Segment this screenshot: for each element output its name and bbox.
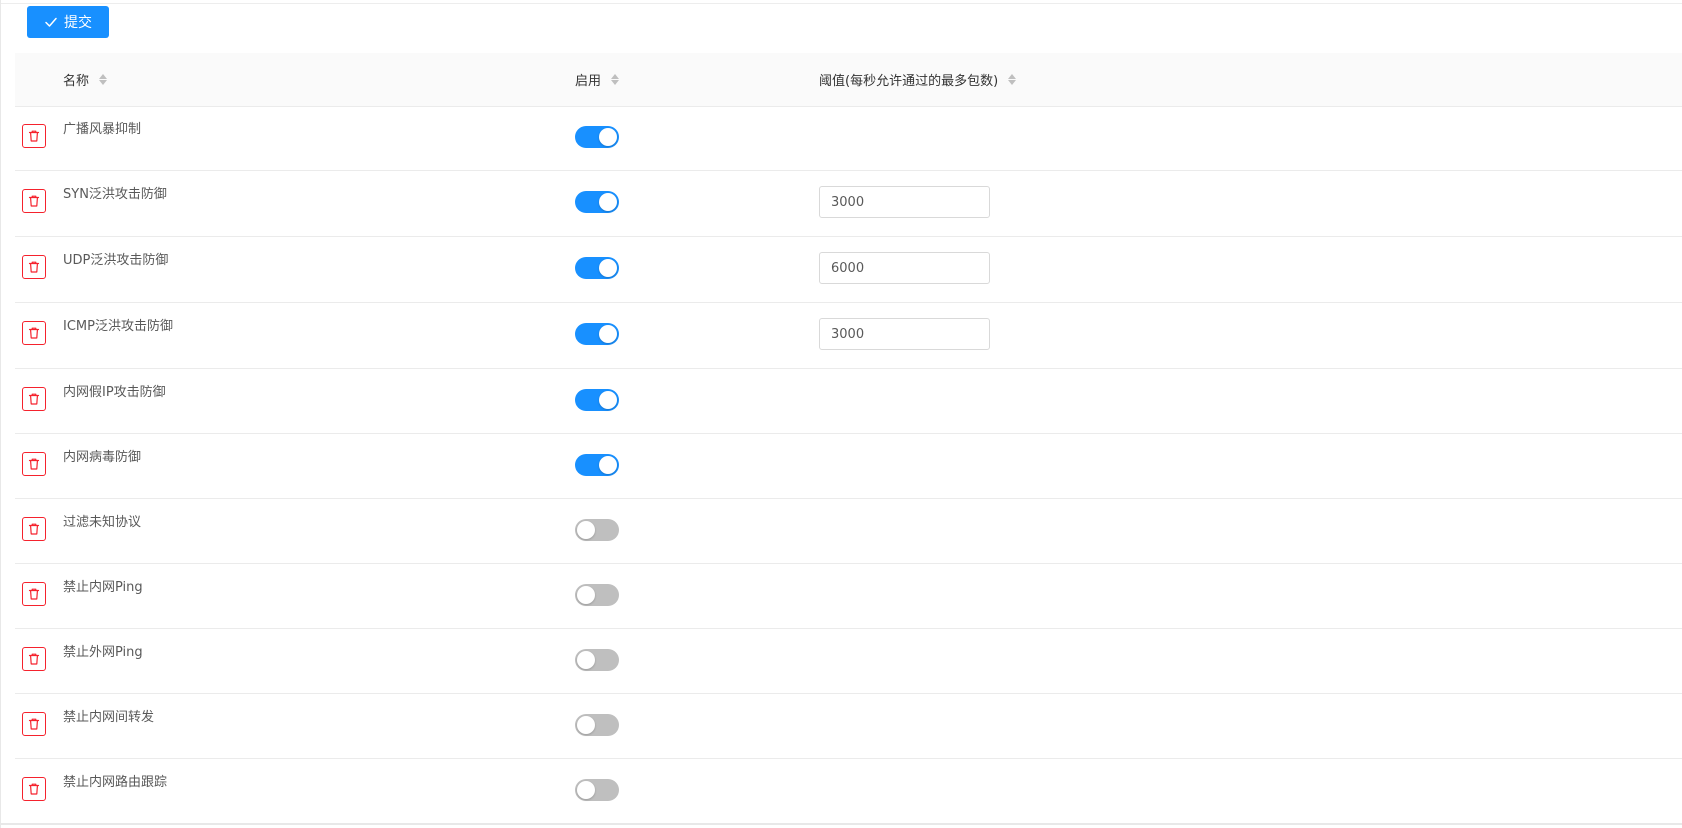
- rule-name: ICMP泛洪攻击防御: [63, 319, 173, 334]
- column-header-name[interactable]: 名称: [63, 53, 108, 106]
- sort-icon[interactable]: [611, 74, 620, 85]
- delete-button[interactable]: [22, 189, 46, 213]
- table-row: 禁止内网Ping: [15, 564, 1682, 629]
- table-row: 广播风暴抑制: [15, 107, 1682, 171]
- trash-icon: [27, 194, 41, 208]
- rule-name: 内网病毒防御: [63, 450, 142, 465]
- table-row: 过滤未知协议: [15, 499, 1682, 564]
- trash-icon: [27, 522, 41, 536]
- column-header-enabled[interactable]: 启用: [575, 53, 620, 106]
- rule-name: 禁止内网Ping: [63, 580, 143, 595]
- delete-button[interactable]: [22, 387, 46, 411]
- toggle-knob: [599, 193, 617, 211]
- submit-label: 提交: [64, 15, 92, 31]
- enable-toggle[interactable]: [575, 584, 619, 606]
- delete-button[interactable]: [22, 452, 46, 476]
- rules-table: 名称 启用 阈值(每秒允许通过的最多包数) 广播风暴抑制 SYN泛洪攻击防御 UDP…: [15, 53, 1682, 825]
- rule-name: UDP泛洪攻击防御: [63, 253, 169, 268]
- trash-icon: [27, 587, 41, 601]
- table-body: 广播风暴抑制 SYN泛洪攻击防御 UDP泛洪攻击防御 ICMP泛洪攻击防御内网假IP攻…: [15, 107, 1682, 825]
- trash-icon: [27, 129, 41, 143]
- trash-icon: [27, 652, 41, 666]
- delete-button[interactable]: [22, 582, 46, 606]
- toggle-knob: [599, 325, 617, 343]
- trash-icon: [27, 782, 41, 796]
- table-header: 名称 启用 阈值(每秒允许通过的最多包数): [15, 53, 1682, 107]
- column-name-label: 名称: [63, 74, 90, 89]
- toggle-knob: [577, 586, 595, 604]
- toggle-knob: [599, 391, 617, 409]
- toggle-knob: [577, 781, 595, 799]
- trash-icon: [27, 260, 41, 274]
- toggle-knob: [577, 651, 595, 669]
- enable-toggle[interactable]: [575, 519, 619, 541]
- toggle-knob: [599, 259, 617, 277]
- enable-toggle[interactable]: [575, 389, 619, 411]
- rule-name: 广播风暴抑制: [63, 122, 142, 137]
- trash-icon: [27, 717, 41, 731]
- enable-toggle[interactable]: [575, 257, 619, 279]
- toggle-knob: [599, 128, 617, 146]
- trash-icon: [27, 326, 41, 340]
- table-row: 内网假IP攻击防御: [15, 369, 1682, 434]
- enable-toggle[interactable]: [575, 323, 619, 345]
- rule-name: SYN泛洪攻击防御: [63, 187, 167, 202]
- top-divider: [1, 3, 1682, 4]
- column-threshold-label: 阈值(每秒允许通过的最多包数): [819, 74, 999, 89]
- rule-name: 禁止外网Ping: [63, 645, 143, 660]
- delete-button[interactable]: [22, 517, 46, 541]
- toggle-knob: [599, 456, 617, 474]
- rule-name: 禁止内网间转发: [63, 710, 155, 725]
- delete-button[interactable]: [22, 124, 46, 148]
- table-row: 禁止内网间转发: [15, 694, 1682, 759]
- submit-button[interactable]: 提交: [27, 6, 109, 38]
- page-frame: 提交 名称 启用 阈值(每秒允许通过的最多包数) 广播风暴抑制 SYN泛洪攻击防御…: [0, 0, 1682, 828]
- bottom-divider: [1, 823, 1682, 825]
- toggle-knob: [577, 521, 595, 539]
- sort-icon[interactable]: [1008, 74, 1017, 85]
- threshold-input[interactable]: [819, 186, 990, 218]
- table-row: 禁止内网路由跟踪: [15, 759, 1682, 825]
- column-header-threshold[interactable]: 阈值(每秒允许通过的最多包数): [819, 53, 1017, 106]
- table-row: UDP泛洪攻击防御: [15, 237, 1682, 303]
- table-row: 禁止外网Ping: [15, 629, 1682, 694]
- delete-button[interactable]: [22, 255, 46, 279]
- enable-toggle[interactable]: [575, 714, 619, 736]
- threshold-input[interactable]: [819, 252, 990, 284]
- rule-name: 禁止内网路由跟踪: [63, 775, 168, 790]
- table-row: ICMP泛洪攻击防御: [15, 303, 1682, 369]
- enable-toggle[interactable]: [575, 454, 619, 476]
- enable-toggle[interactable]: [575, 191, 619, 213]
- enable-toggle[interactable]: [575, 126, 619, 148]
- enable-toggle[interactable]: [575, 779, 619, 801]
- toggle-knob: [577, 716, 595, 734]
- delete-button[interactable]: [22, 321, 46, 345]
- check-icon: [44, 15, 58, 29]
- sort-icon[interactable]: [99, 74, 108, 85]
- table-row: 内网病毒防御: [15, 434, 1682, 499]
- column-enabled-label: 启用: [575, 74, 602, 89]
- trash-icon: [27, 457, 41, 471]
- threshold-input[interactable]: [819, 318, 990, 350]
- rule-name: 内网假IP攻击防御: [63, 385, 166, 400]
- delete-button[interactable]: [22, 712, 46, 736]
- rule-name: 过滤未知协议: [63, 515, 142, 530]
- delete-button[interactable]: [22, 647, 46, 671]
- enable-toggle[interactable]: [575, 649, 619, 671]
- delete-button[interactable]: [22, 777, 46, 801]
- trash-icon: [27, 392, 41, 406]
- table-row: SYN泛洪攻击防御: [15, 171, 1682, 237]
